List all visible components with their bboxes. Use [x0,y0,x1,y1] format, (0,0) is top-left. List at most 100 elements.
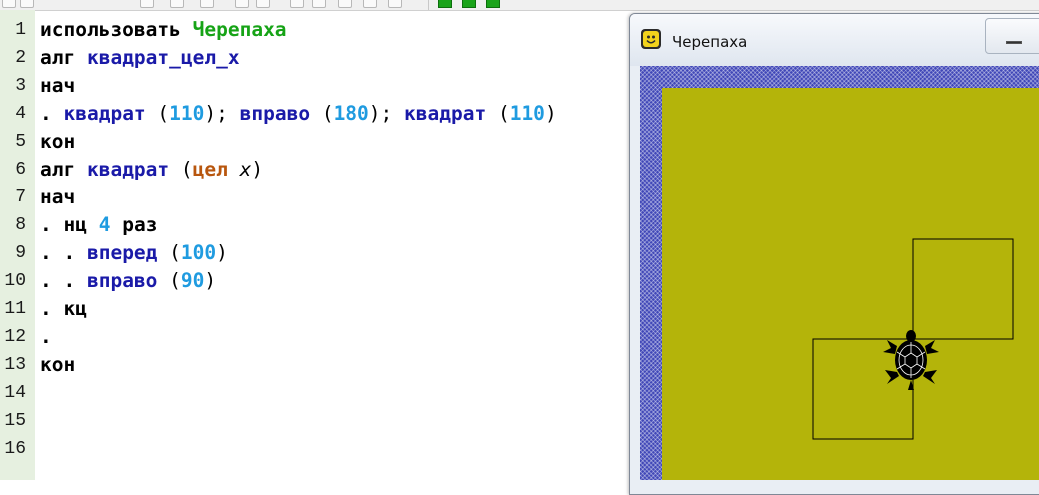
line-number-gutter: 1 2 3 4 5 6 7 8 9 10 11 12 13 14 15 16 [0,10,35,480]
line-number: 6 [15,159,26,180]
code-token: ( [486,101,510,125]
toolbar-button[interactable] [2,0,16,8]
code-token: ) [216,241,228,265]
line-number: 8 [15,215,26,236]
line-number: 9 [15,243,26,264]
code-token: 180 [333,101,369,125]
code-token: . [51,241,76,265]
line-number: 5 [15,131,26,152]
toolbar-button[interactable] [140,0,154,8]
toolbar-button[interactable] [338,0,352,8]
toolbar-button[interactable] [235,0,249,8]
code-token: x [227,45,240,69]
code-token: ( [310,101,334,125]
code-token: алг [40,45,87,69]
code-line[interactable]: . кц [40,295,87,323]
code-token: нач [40,185,76,209]
code-line[interactable]: кон [40,351,75,379]
toolbar-button[interactable] [256,0,270,8]
line-number: 7 [15,187,26,208]
code-token: нц [51,213,99,237]
step-into-button[interactable] [486,0,500,8]
code-token: ( [169,157,193,181]
code-token: квадрат_цел_ [86,45,228,69]
code-token: квадрат [404,101,487,125]
code-token: нач [40,73,76,97]
line-number: 1 [15,20,26,40]
code-token: использовать [40,18,193,41]
code-token: . [40,269,52,293]
code-token: ) [544,101,557,125]
turtle-canvas [662,88,1039,480]
code-token: вправо [75,269,158,293]
code-token: ( [157,269,181,293]
code-token: кон [40,129,76,153]
code-token: . [40,297,52,320]
toolbar-button[interactable] [312,0,326,8]
window-titlebar[interactable]: Черепаха [630,14,1039,66]
code-token: Черепаха [192,18,287,41]
code-line[interactable]: . квадрат (110); вправо (180); квадрат (… [40,100,557,128]
code-token: кц [51,297,87,320]
code-token: раз [110,213,158,237]
code-token: x [227,157,252,181]
run-button[interactable] [438,0,452,8]
code-token: вперед [75,241,158,265]
toolbar-button[interactable] [388,0,402,8]
code-token: алг [40,157,87,181]
code-token: 4 [98,213,111,237]
code-token: . [40,213,52,237]
code-token: 100 [180,241,217,265]
code-token: кон [40,352,76,376]
toolbar-button[interactable] [20,0,34,8]
toolbar-button[interactable] [363,0,377,8]
code-token: . [51,269,76,293]
code-line[interactable]: использовать Черепаха [40,16,287,44]
code-token: цел [192,157,228,181]
code-token: 110 [169,101,205,125]
line-number: 12 [4,326,26,347]
line-number: 14 [4,382,26,403]
minimize-icon [1006,41,1022,44]
line-number: 4 [15,103,26,124]
code-token: . [40,101,52,125]
step-button[interactable] [462,0,476,8]
line-number: 2 [15,47,26,68]
code-token: 110 [509,101,545,125]
minimize-button[interactable] [985,18,1039,54]
code-line[interactable]: алг квадрат (цел x) [40,156,263,184]
line-number: 13 [4,354,26,375]
code-token: ); [368,101,405,125]
code-line[interactable]: . . вправо (90) [40,267,216,295]
toolbar [0,0,1039,11]
code-line[interactable]: нач [40,183,75,211]
window-title: Черепаха [672,33,748,51]
line-number: 3 [15,75,26,96]
drawing-area [812,238,1014,440]
line-number: 15 [4,410,26,431]
code-token: квадрат [51,101,146,125]
code-line[interactable]: нач [40,72,75,100]
code-token: вправо [239,101,311,125]
code-token: ); [204,101,240,125]
code-token: ) [204,269,217,293]
code-line[interactable]: . . вперед (100) [40,239,228,267]
toolbar-button[interactable] [290,0,304,8]
line-number: 16 [4,438,26,459]
code-line[interactable]: . [40,323,52,351]
code-token: . [40,241,52,265]
toolbar-button[interactable] [170,0,184,8]
code-token: 90 [180,269,205,293]
code-token: ( [145,101,170,125]
toolbar-button[interactable] [200,0,214,8]
code-line[interactable]: кон [40,128,75,156]
code-token: . [40,324,52,348]
code-token: квадрат [86,157,170,181]
code-line[interactable]: . нц 4 раз [40,211,157,239]
code-line[interactable]: алг квадрат_цел_x [40,44,240,72]
line-number: 10 [4,271,26,292]
code-token: ( [157,241,181,265]
smiley-app-icon [641,29,661,49]
line-number: 11 [4,299,26,319]
toolbar-separator [428,0,429,10]
